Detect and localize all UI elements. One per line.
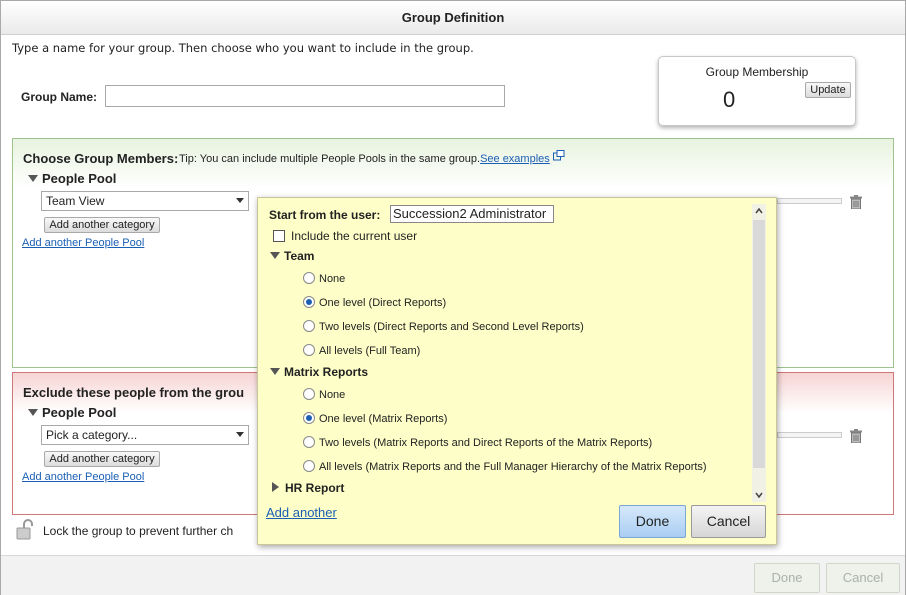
dialog-footer: Done Cancel [1,555,905,595]
popup-done-button[interactable]: Done [619,505,686,538]
team-option-label: Two levels (Direct Reports and Second Le… [319,321,584,333]
include-current-user-row[interactable]: Include the current user [273,229,417,243]
matrix-option-label: Two levels (Matrix Reports and Direct Re… [319,437,653,449]
radio-button-selected[interactable] [303,296,315,308]
scroll-up-icon[interactable] [755,207,763,215]
group-definition-dialog: Group Definition Type a name for your gr… [0,0,906,595]
team-label: Team [284,249,315,263]
membership-count: 0 [723,87,736,112]
matrix-option[interactable]: One level (Matrix Reports) [303,411,447,425]
tip: Tip: You can include multiple People Poo… [179,150,565,165]
collapse-triangle-icon [28,175,38,182]
trash-icon[interactable] [850,429,862,443]
expand-triangle-icon [272,482,279,492]
include-pool-label: People Pool [42,171,117,186]
team-option[interactable]: Two levels (Direct Reports and Second Le… [303,319,584,333]
lock-text: Lock the group to prevent further ch [43,524,234,538]
people-pool-popup: Start from the user: Succession2 Adminis… [257,197,777,545]
add-another-link[interactable]: Add another [266,505,337,520]
exclude-add-category-button[interactable]: Add another category [44,451,160,467]
collapse-triangle-icon [270,252,280,259]
team-option[interactable]: None [303,271,345,285]
chevron-down-icon [236,198,244,203]
matrix-option[interactable]: Two levels (Matrix Reports and Direct Re… [303,435,652,449]
lock-icon [16,519,33,540]
matrix-label: Matrix Reports [284,365,369,379]
group-membership-panel: Group Membership 0 Update [658,56,856,126]
radio-button[interactable] [303,460,315,472]
exclude-title: Exclude these people from the grou [23,385,245,400]
team-option-label: One level (Direct Reports) [319,297,447,309]
matrix-option-label: One level (Matrix Reports) [319,413,448,425]
external-window-icon [552,150,565,161]
matrix-option[interactable]: None [303,387,345,401]
exclude-range-bar [777,432,842,438]
popup-scroll-content: Start from the user: Succession2 Adminis… [258,198,755,498]
chevron-down-icon [236,432,244,437]
collapse-triangle-icon [28,409,38,416]
radio-button-selected[interactable] [303,412,315,424]
radio-button[interactable] [303,436,315,448]
matrix-option-label: All levels (Matrix Reports and the Full … [319,461,707,473]
radio-button[interactable] [303,344,315,356]
exclude-pool-header[interactable]: People Pool [28,405,116,420]
include-title: Choose Group Members: [23,151,179,166]
footer-cancel-button[interactable]: Cancel [826,563,900,593]
see-examples-link[interactable]: See examples [480,153,550,165]
team-option-label: All levels (Full Team) [319,345,421,357]
exclude-add-pool-link[interactable]: Add another People Pool [22,471,144,483]
intro-text: Type a name for your group. Then choose … [12,41,474,55]
group-name-label: Group Name: [21,90,98,104]
team-option[interactable]: One level (Direct Reports) [303,295,446,309]
popup-cancel-button[interactable]: Cancel [691,505,766,538]
team-option-label: None [319,273,346,285]
include-pool-header[interactable]: People Pool [28,171,116,186]
hr-report-label: HR Report [285,481,345,495]
radio-button[interactable] [303,388,315,400]
matrix-option-label: None [319,389,346,401]
footer-done-button[interactable]: Done [754,563,820,593]
dialog-title: Group Definition [1,1,905,35]
update-button[interactable]: Update [805,82,851,98]
lock-row[interactable]: Lock the group to prevent further ch [15,519,233,541]
include-current-user-checkbox[interactable] [273,230,285,242]
trash-icon[interactable] [850,195,862,209]
matrix-option[interactable]: All levels (Matrix Reports and the Full … [303,459,707,473]
team-option[interactable]: All levels (Full Team) [303,343,420,357]
radio-button[interactable] [303,272,315,284]
exclude-category-value: Pick a category... [46,428,138,442]
group-name-input[interactable] [105,85,505,107]
scroll-down-icon[interactable] [755,491,763,499]
exclude-pool-label: People Pool [42,405,117,420]
matrix-header[interactable]: Matrix Reports [270,365,368,379]
include-add-category-button[interactable]: Add another category [44,217,160,233]
include-category-value: Team View [46,194,105,208]
tip-text: Tip: You can include multiple People Poo… [179,153,481,165]
include-current-user-label: Include the current user [291,229,418,243]
include-add-pool-link[interactable]: Add another People Pool [22,237,144,249]
radio-button[interactable] [303,320,315,332]
exclude-category-select[interactable]: Pick a category... [41,425,249,445]
hr-report-header[interactable]: HR Report [272,481,344,495]
scroll-thumb[interactable] [753,220,765,468]
include-range-bar [777,198,842,204]
include-category-select[interactable]: Team View [41,191,249,211]
start-user-label: Start from the user: [269,208,381,222]
membership-label: Group Membership [705,65,809,79]
start-user-input[interactable]: Succession2 Administrator [390,205,554,223]
popup-scrollbar[interactable] [752,204,766,502]
team-header[interactable]: Team [270,249,314,263]
collapse-triangle-icon [270,368,280,375]
